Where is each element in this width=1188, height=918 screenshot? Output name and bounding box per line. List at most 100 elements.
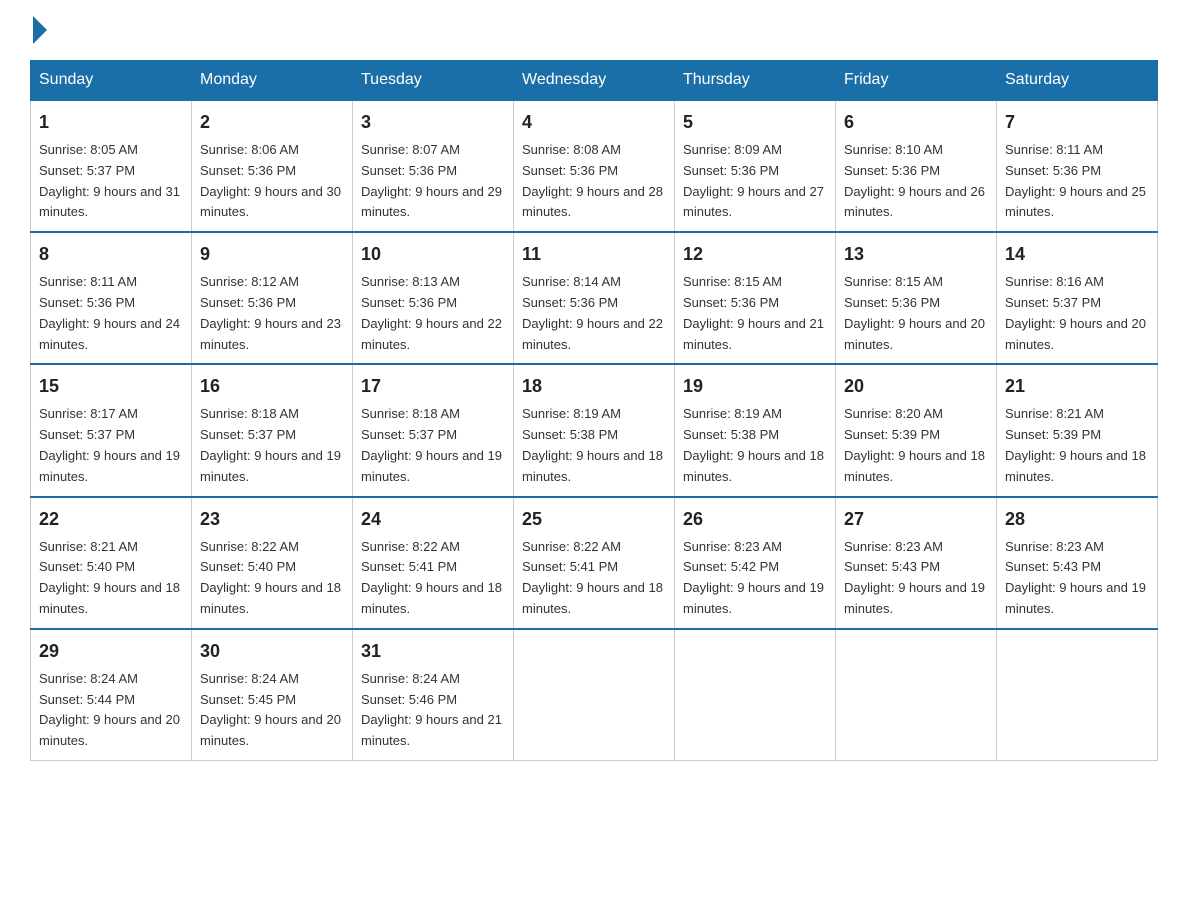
day-info: Sunrise: 8:08 AMSunset: 5:36 PMDaylight:… <box>522 140 666 223</box>
day-number: 3 <box>361 109 505 136</box>
day-info: Sunrise: 8:19 AMSunset: 5:38 PMDaylight:… <box>522 404 666 487</box>
calendar-cell: 4 Sunrise: 8:08 AMSunset: 5:36 PMDaylight… <box>514 100 675 232</box>
day-number: 21 <box>1005 373 1149 400</box>
col-header-friday: Friday <box>836 61 997 101</box>
day-info: Sunrise: 8:11 AMSunset: 5:36 PMDaylight:… <box>39 272 183 355</box>
day-number: 29 <box>39 638 183 665</box>
logo-triangle-icon <box>33 16 47 44</box>
day-number: 30 <box>200 638 344 665</box>
calendar-cell: 15 Sunrise: 8:17 AMSunset: 5:37 PMDayligh… <box>31 364 192 496</box>
day-number: 2 <box>200 109 344 136</box>
day-number: 1 <box>39 109 183 136</box>
calendar-cell <box>997 629 1158 761</box>
day-number: 6 <box>844 109 988 136</box>
calendar-cell: 2 Sunrise: 8:06 AMSunset: 5:36 PMDaylight… <box>192 100 353 232</box>
calendar-week-row: 15 Sunrise: 8:17 AMSunset: 5:37 PMDayligh… <box>31 364 1158 496</box>
calendar-cell: 7 Sunrise: 8:11 AMSunset: 5:36 PMDaylight… <box>997 100 1158 232</box>
day-info: Sunrise: 8:24 AMSunset: 5:44 PMDaylight:… <box>39 669 183 752</box>
day-number: 31 <box>361 638 505 665</box>
calendar-cell: 31 Sunrise: 8:24 AMSunset: 5:46 PMDayligh… <box>353 629 514 761</box>
calendar-cell: 3 Sunrise: 8:07 AMSunset: 5:36 PMDaylight… <box>353 100 514 232</box>
col-header-tuesday: Tuesday <box>353 61 514 101</box>
calendar-header-row: SundayMondayTuesdayWednesdayThursdayFrid… <box>31 61 1158 101</box>
day-number: 14 <box>1005 241 1149 268</box>
day-info: Sunrise: 8:21 AMSunset: 5:40 PMDaylight:… <box>39 537 183 620</box>
day-info: Sunrise: 8:22 AMSunset: 5:41 PMDaylight:… <box>522 537 666 620</box>
calendar-cell: 23 Sunrise: 8:22 AMSunset: 5:40 PMDayligh… <box>192 497 353 629</box>
calendar-cell: 28 Sunrise: 8:23 AMSunset: 5:43 PMDayligh… <box>997 497 1158 629</box>
day-info: Sunrise: 8:23 AMSunset: 5:43 PMDaylight:… <box>1005 537 1149 620</box>
calendar-cell: 6 Sunrise: 8:10 AMSunset: 5:36 PMDaylight… <box>836 100 997 232</box>
day-info: Sunrise: 8:20 AMSunset: 5:39 PMDaylight:… <box>844 404 988 487</box>
day-number: 15 <box>39 373 183 400</box>
day-number: 26 <box>683 506 827 533</box>
day-number: 11 <box>522 241 666 268</box>
col-header-monday: Monday <box>192 61 353 101</box>
day-info: Sunrise: 8:12 AMSunset: 5:36 PMDaylight:… <box>200 272 344 355</box>
calendar-cell: 11Sunrise: 8:14 AMSunset: 5:36 PMDayligh… <box>514 232 675 364</box>
day-number: 20 <box>844 373 988 400</box>
day-number: 28 <box>1005 506 1149 533</box>
day-number: 4 <box>522 109 666 136</box>
calendar-cell: 12 Sunrise: 8:15 AMSunset: 5:36 PMDayligh… <box>675 232 836 364</box>
day-info: Sunrise: 8:16 AMSunset: 5:37 PMDaylight:… <box>1005 272 1149 355</box>
day-info: Sunrise: 8:19 AMSunset: 5:38 PMDaylight:… <box>683 404 827 487</box>
calendar-cell <box>675 629 836 761</box>
calendar-week-row: 1 Sunrise: 8:05 AMSunset: 5:37 PMDaylight… <box>31 100 1158 232</box>
day-number: 23 <box>200 506 344 533</box>
col-header-sunday: Sunday <box>31 61 192 101</box>
day-number: 5 <box>683 109 827 136</box>
calendar-cell: 9 Sunrise: 8:12 AMSunset: 5:36 PMDaylight… <box>192 232 353 364</box>
logo <box>30 20 47 40</box>
calendar-cell: 19 Sunrise: 8:19 AMSunset: 5:38 PMDayligh… <box>675 364 836 496</box>
day-number: 9 <box>200 241 344 268</box>
day-number: 8 <box>39 241 183 268</box>
page-header <box>30 20 1158 40</box>
col-header-saturday: Saturday <box>997 61 1158 101</box>
day-number: 19 <box>683 373 827 400</box>
calendar-cell: 25Sunrise: 8:22 AMSunset: 5:41 PMDayligh… <box>514 497 675 629</box>
calendar-cell: 5 Sunrise: 8:09 AMSunset: 5:36 PMDaylight… <box>675 100 836 232</box>
day-number: 24 <box>361 506 505 533</box>
day-number: 16 <box>200 373 344 400</box>
calendar-cell: 8 Sunrise: 8:11 AMSunset: 5:36 PMDaylight… <box>31 232 192 364</box>
calendar-cell: 29 Sunrise: 8:24 AMSunset: 5:44 PMDayligh… <box>31 629 192 761</box>
day-info: Sunrise: 8:07 AMSunset: 5:36 PMDaylight:… <box>361 140 505 223</box>
calendar-cell: 24Sunrise: 8:22 AMSunset: 5:41 PMDayligh… <box>353 497 514 629</box>
day-info: Sunrise: 8:23 AMSunset: 5:43 PMDaylight:… <box>844 537 988 620</box>
day-info: Sunrise: 8:22 AMSunset: 5:40 PMDaylight:… <box>200 537 344 620</box>
calendar-week-row: 8 Sunrise: 8:11 AMSunset: 5:36 PMDaylight… <box>31 232 1158 364</box>
calendar-cell: 16 Sunrise: 8:18 AMSunset: 5:37 PMDayligh… <box>192 364 353 496</box>
calendar-cell: 22 Sunrise: 8:21 AMSunset: 5:40 PMDayligh… <box>31 497 192 629</box>
day-info: Sunrise: 8:15 AMSunset: 5:36 PMDaylight:… <box>844 272 988 355</box>
calendar-cell: 13Sunrise: 8:15 AMSunset: 5:36 PMDayligh… <box>836 232 997 364</box>
calendar-week-row: 22 Sunrise: 8:21 AMSunset: 5:40 PMDayligh… <box>31 497 1158 629</box>
day-info: Sunrise: 8:17 AMSunset: 5:37 PMDaylight:… <box>39 404 183 487</box>
col-header-thursday: Thursday <box>675 61 836 101</box>
day-info: Sunrise: 8:15 AMSunset: 5:36 PMDaylight:… <box>683 272 827 355</box>
calendar-week-row: 29 Sunrise: 8:24 AMSunset: 5:44 PMDayligh… <box>31 629 1158 761</box>
calendar-cell: 27Sunrise: 8:23 AMSunset: 5:43 PMDayligh… <box>836 497 997 629</box>
day-number: 18 <box>522 373 666 400</box>
day-info: Sunrise: 8:21 AMSunset: 5:39 PMDaylight:… <box>1005 404 1149 487</box>
calendar-cell: 1 Sunrise: 8:05 AMSunset: 5:37 PMDaylight… <box>31 100 192 232</box>
calendar-cell: 26Sunrise: 8:23 AMSunset: 5:42 PMDayligh… <box>675 497 836 629</box>
day-number: 17 <box>361 373 505 400</box>
day-info: Sunrise: 8:18 AMSunset: 5:37 PMDaylight:… <box>200 404 344 487</box>
day-info: Sunrise: 8:24 AMSunset: 5:46 PMDaylight:… <box>361 669 505 752</box>
calendar-cell: 21 Sunrise: 8:21 AMSunset: 5:39 PMDayligh… <box>997 364 1158 496</box>
day-info: Sunrise: 8:11 AMSunset: 5:36 PMDaylight:… <box>1005 140 1149 223</box>
day-info: Sunrise: 8:05 AMSunset: 5:37 PMDaylight:… <box>39 140 183 223</box>
calendar-cell <box>514 629 675 761</box>
calendar-table: SundayMondayTuesdayWednesdayThursdayFrid… <box>30 60 1158 761</box>
day-number: 7 <box>1005 109 1149 136</box>
day-number: 12 <box>683 241 827 268</box>
calendar-cell: 10Sunrise: 8:13 AMSunset: 5:36 PMDayligh… <box>353 232 514 364</box>
day-number: 22 <box>39 506 183 533</box>
day-info: Sunrise: 8:06 AMSunset: 5:36 PMDaylight:… <box>200 140 344 223</box>
calendar-cell: 18 Sunrise: 8:19 AMSunset: 5:38 PMDayligh… <box>514 364 675 496</box>
day-info: Sunrise: 8:09 AMSunset: 5:36 PMDaylight:… <box>683 140 827 223</box>
day-info: Sunrise: 8:10 AMSunset: 5:36 PMDaylight:… <box>844 140 988 223</box>
day-info: Sunrise: 8:13 AMSunset: 5:36 PMDaylight:… <box>361 272 505 355</box>
day-info: Sunrise: 8:24 AMSunset: 5:45 PMDaylight:… <box>200 669 344 752</box>
